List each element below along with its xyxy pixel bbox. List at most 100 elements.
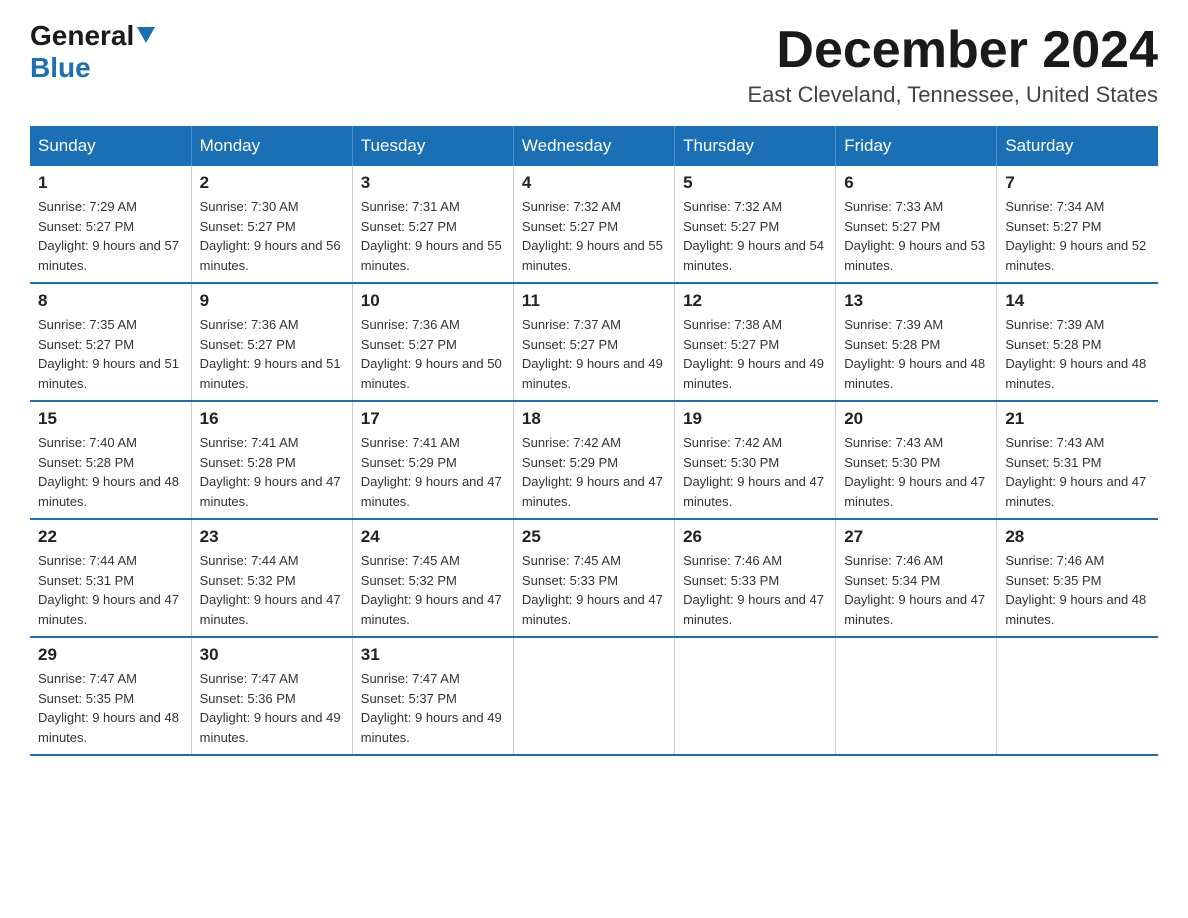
day-number: 5	[683, 173, 827, 193]
day-info: Sunrise: 7:47 AMSunset: 5:37 PMDaylight:…	[361, 669, 505, 747]
day-info: Sunrise: 7:34 AMSunset: 5:27 PMDaylight:…	[1005, 197, 1150, 275]
day-number: 4	[522, 173, 666, 193]
day-info: Sunrise: 7:32 AMSunset: 5:27 PMDaylight:…	[522, 197, 666, 275]
day-info: Sunrise: 7:31 AMSunset: 5:27 PMDaylight:…	[361, 197, 505, 275]
day-info: Sunrise: 7:35 AMSunset: 5:27 PMDaylight:…	[38, 315, 183, 393]
day-number: 31	[361, 645, 505, 665]
calendar-week-row: 1 Sunrise: 7:29 AMSunset: 5:27 PMDayligh…	[30, 166, 1158, 283]
day-number: 26	[683, 527, 827, 547]
calendar-cell: 21 Sunrise: 7:43 AMSunset: 5:31 PMDaylig…	[997, 401, 1158, 519]
day-info: Sunrise: 7:33 AMSunset: 5:27 PMDaylight:…	[844, 197, 988, 275]
day-number: 20	[844, 409, 988, 429]
day-number: 11	[522, 291, 666, 311]
day-info: Sunrise: 7:38 AMSunset: 5:27 PMDaylight:…	[683, 315, 827, 393]
day-number: 22	[38, 527, 183, 547]
day-number: 9	[200, 291, 344, 311]
calendar-week-row: 22 Sunrise: 7:44 AMSunset: 5:31 PMDaylig…	[30, 519, 1158, 637]
day-info: Sunrise: 7:44 AMSunset: 5:31 PMDaylight:…	[38, 551, 183, 629]
day-number: 23	[200, 527, 344, 547]
day-info: Sunrise: 7:43 AMSunset: 5:30 PMDaylight:…	[844, 433, 988, 511]
day-number: 18	[522, 409, 666, 429]
col-header-friday: Friday	[836, 126, 997, 166]
day-number: 12	[683, 291, 827, 311]
col-header-monday: Monday	[191, 126, 352, 166]
day-number: 10	[361, 291, 505, 311]
calendar-cell: 2 Sunrise: 7:30 AMSunset: 5:27 PMDayligh…	[191, 166, 352, 283]
day-number: 21	[1005, 409, 1150, 429]
day-number: 29	[38, 645, 183, 665]
calendar-cell: 15 Sunrise: 7:40 AMSunset: 5:28 PMDaylig…	[30, 401, 191, 519]
calendar-cell: 19 Sunrise: 7:42 AMSunset: 5:30 PMDaylig…	[675, 401, 836, 519]
day-info: Sunrise: 7:45 AMSunset: 5:32 PMDaylight:…	[361, 551, 505, 629]
day-info: Sunrise: 7:41 AMSunset: 5:28 PMDaylight:…	[200, 433, 344, 511]
calendar-table: SundayMondayTuesdayWednesdayThursdayFrid…	[30, 126, 1158, 756]
day-info: Sunrise: 7:46 AMSunset: 5:34 PMDaylight:…	[844, 551, 988, 629]
calendar-cell: 20 Sunrise: 7:43 AMSunset: 5:30 PMDaylig…	[836, 401, 997, 519]
calendar-cell: 5 Sunrise: 7:32 AMSunset: 5:27 PMDayligh…	[675, 166, 836, 283]
day-number: 25	[522, 527, 666, 547]
day-info: Sunrise: 7:40 AMSunset: 5:28 PMDaylight:…	[38, 433, 183, 511]
day-info: Sunrise: 7:46 AMSunset: 5:33 PMDaylight:…	[683, 551, 827, 629]
calendar-cell: 17 Sunrise: 7:41 AMSunset: 5:29 PMDaylig…	[352, 401, 513, 519]
logo: General Blue	[30, 20, 155, 84]
calendar-cell: 23 Sunrise: 7:44 AMSunset: 5:32 PMDaylig…	[191, 519, 352, 637]
calendar-cell: 1 Sunrise: 7:29 AMSunset: 5:27 PMDayligh…	[30, 166, 191, 283]
day-number: 30	[200, 645, 344, 665]
day-info: Sunrise: 7:39 AMSunset: 5:28 PMDaylight:…	[1005, 315, 1150, 393]
calendar-cell: 18 Sunrise: 7:42 AMSunset: 5:29 PMDaylig…	[513, 401, 674, 519]
day-info: Sunrise: 7:43 AMSunset: 5:31 PMDaylight:…	[1005, 433, 1150, 511]
calendar-cell: 3 Sunrise: 7:31 AMSunset: 5:27 PMDayligh…	[352, 166, 513, 283]
calendar-week-row: 15 Sunrise: 7:40 AMSunset: 5:28 PMDaylig…	[30, 401, 1158, 519]
day-info: Sunrise: 7:30 AMSunset: 5:27 PMDaylight:…	[200, 197, 344, 275]
day-info: Sunrise: 7:47 AMSunset: 5:35 PMDaylight:…	[38, 669, 183, 747]
day-number: 14	[1005, 291, 1150, 311]
calendar-cell: 26 Sunrise: 7:46 AMSunset: 5:33 PMDaylig…	[675, 519, 836, 637]
day-number: 28	[1005, 527, 1150, 547]
day-info: Sunrise: 7:42 AMSunset: 5:29 PMDaylight:…	[522, 433, 666, 511]
calendar-cell: 28 Sunrise: 7:46 AMSunset: 5:35 PMDaylig…	[997, 519, 1158, 637]
calendar-cell	[513, 637, 674, 755]
day-number: 24	[361, 527, 505, 547]
day-info: Sunrise: 7:47 AMSunset: 5:36 PMDaylight:…	[200, 669, 344, 747]
calendar-cell: 6 Sunrise: 7:33 AMSunset: 5:27 PMDayligh…	[836, 166, 997, 283]
calendar-cell: 14 Sunrise: 7:39 AMSunset: 5:28 PMDaylig…	[997, 283, 1158, 401]
col-header-wednesday: Wednesday	[513, 126, 674, 166]
day-number: 27	[844, 527, 988, 547]
calendar-week-row: 8 Sunrise: 7:35 AMSunset: 5:27 PMDayligh…	[30, 283, 1158, 401]
day-info: Sunrise: 7:36 AMSunset: 5:27 PMDaylight:…	[361, 315, 505, 393]
logo-blue-text: Blue	[30, 52, 91, 84]
calendar-cell: 30 Sunrise: 7:47 AMSunset: 5:36 PMDaylig…	[191, 637, 352, 755]
day-info: Sunrise: 7:46 AMSunset: 5:35 PMDaylight:…	[1005, 551, 1150, 629]
day-info: Sunrise: 7:29 AMSunset: 5:27 PMDaylight:…	[38, 197, 183, 275]
day-info: Sunrise: 7:39 AMSunset: 5:28 PMDaylight:…	[844, 315, 988, 393]
calendar-cell: 8 Sunrise: 7:35 AMSunset: 5:27 PMDayligh…	[30, 283, 191, 401]
calendar-cell: 16 Sunrise: 7:41 AMSunset: 5:28 PMDaylig…	[191, 401, 352, 519]
day-number: 15	[38, 409, 183, 429]
day-number: 17	[361, 409, 505, 429]
calendar-week-row: 29 Sunrise: 7:47 AMSunset: 5:35 PMDaylig…	[30, 637, 1158, 755]
calendar-cell: 10 Sunrise: 7:36 AMSunset: 5:27 PMDaylig…	[352, 283, 513, 401]
day-info: Sunrise: 7:36 AMSunset: 5:27 PMDaylight:…	[200, 315, 344, 393]
col-header-tuesday: Tuesday	[352, 126, 513, 166]
calendar-cell: 25 Sunrise: 7:45 AMSunset: 5:33 PMDaylig…	[513, 519, 674, 637]
logo-general-text: General	[30, 20, 134, 52]
day-number: 8	[38, 291, 183, 311]
calendar-cell: 9 Sunrise: 7:36 AMSunset: 5:27 PMDayligh…	[191, 283, 352, 401]
title-area: December 2024 East Cleveland, Tennessee,…	[747, 20, 1158, 108]
day-info: Sunrise: 7:32 AMSunset: 5:27 PMDaylight:…	[683, 197, 827, 275]
day-number: 13	[844, 291, 988, 311]
day-number: 7	[1005, 173, 1150, 193]
month-title: December 2024	[747, 20, 1158, 80]
calendar-cell: 13 Sunrise: 7:39 AMSunset: 5:28 PMDaylig…	[836, 283, 997, 401]
day-info: Sunrise: 7:45 AMSunset: 5:33 PMDaylight:…	[522, 551, 666, 629]
day-info: Sunrise: 7:41 AMSunset: 5:29 PMDaylight:…	[361, 433, 505, 511]
calendar-cell	[997, 637, 1158, 755]
calendar-cell	[836, 637, 997, 755]
day-number: 2	[200, 173, 344, 193]
calendar-cell: 29 Sunrise: 7:47 AMSunset: 5:35 PMDaylig…	[30, 637, 191, 755]
calendar-cell	[675, 637, 836, 755]
calendar-cell: 7 Sunrise: 7:34 AMSunset: 5:27 PMDayligh…	[997, 166, 1158, 283]
calendar-cell: 4 Sunrise: 7:32 AMSunset: 5:27 PMDayligh…	[513, 166, 674, 283]
day-info: Sunrise: 7:37 AMSunset: 5:27 PMDaylight:…	[522, 315, 666, 393]
day-number: 16	[200, 409, 344, 429]
